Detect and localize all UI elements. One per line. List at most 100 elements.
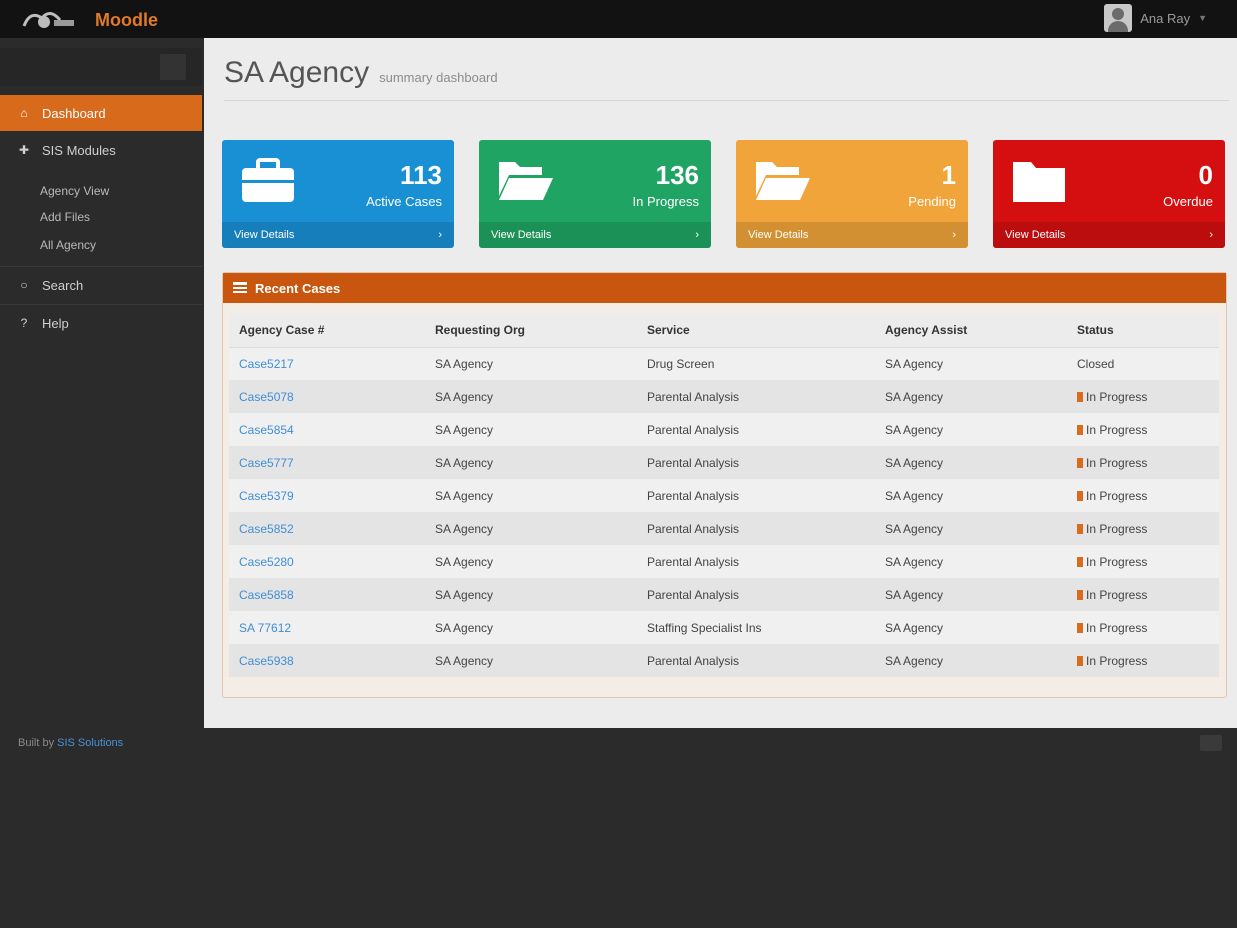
footer-prefix: Built by bbox=[18, 737, 55, 749]
stat-number: 0 bbox=[1198, 160, 1213, 190]
divider bbox=[224, 100, 1229, 101]
table-row[interactable]: SA 77612 SA Agency Staffing Specialist I… bbox=[229, 611, 1219, 644]
scroll-top-button[interactable] bbox=[1200, 735, 1222, 751]
arrow-right-icon: › bbox=[1209, 229, 1213, 241]
status-cell: In Progress bbox=[1067, 479, 1219, 512]
stat-card-in-progress[interactable]: 136 In Progress View Details › bbox=[479, 140, 711, 248]
status-cell: Closed bbox=[1067, 347, 1219, 380]
stat-number: 1 bbox=[941, 160, 956, 190]
sidebar-item-dashboard[interactable]: ⌂ Dashboard bbox=[0, 95, 202, 131]
case-link[interactable]: Case5777 bbox=[229, 446, 425, 479]
avatar[interactable] bbox=[1104, 4, 1133, 32]
cases-table: Agency Case # Requesting Org Service Age… bbox=[229, 313, 1219, 677]
card-footer-text: View Details bbox=[748, 229, 809, 241]
table-row[interactable]: Case5938 SA Agency Parental Analysis SA … bbox=[229, 644, 1219, 677]
list-icon bbox=[233, 282, 247, 293]
status-flag-icon bbox=[1077, 590, 1083, 601]
case-link[interactable]: Case5852 bbox=[229, 512, 425, 545]
status-cell: In Progress bbox=[1067, 578, 1219, 611]
page-title: SA Agency summary dashboard bbox=[224, 56, 498, 90]
sidebar-item-label: Dashboard bbox=[42, 105, 106, 121]
stat-card-pending[interactable]: 1 Pending View Details › bbox=[736, 140, 968, 248]
table-row[interactable]: Case5280 SA Agency Parental Analysis SA … bbox=[229, 545, 1219, 578]
table-cell: SA Agency bbox=[875, 446, 1067, 479]
stat-number: 113 bbox=[400, 160, 442, 190]
sidebar-subitem-agency-view[interactable]: Agency View bbox=[40, 184, 109, 198]
stat-card-active[interactable]: 113 Active Cases View Details › bbox=[222, 140, 454, 248]
column-header[interactable]: Requesting Org bbox=[425, 313, 637, 348]
table-row[interactable]: Case5858 SA Agency Parental Analysis SA … bbox=[229, 578, 1219, 611]
table-cell: SA Agency bbox=[425, 446, 637, 479]
card-footer-link[interactable]: View Details › bbox=[479, 222, 711, 248]
sidebar-item-label: Help bbox=[42, 315, 69, 331]
case-link[interactable]: Case5858 bbox=[229, 578, 425, 611]
table-row[interactable]: Case5852 SA Agency Parental Analysis SA … bbox=[229, 512, 1219, 545]
sidebar-item-sis-modules[interactable]: ✚ SIS Modules bbox=[0, 132, 202, 168]
sidebar-item-search[interactable]: ○ Search bbox=[0, 267, 202, 303]
open-folder-icon bbox=[756, 162, 810, 200]
column-header[interactable]: Status bbox=[1067, 313, 1219, 348]
chevron-down-icon[interactable]: ▼ bbox=[1198, 13, 1207, 23]
sidebar-toggle-button[interactable] bbox=[160, 54, 186, 80]
table-row[interactable]: Case5854 SA Agency Parental Analysis SA … bbox=[229, 413, 1219, 446]
sidebar: ⌂ Dashboard ✚ SIS Modules Agency View Ad… bbox=[0, 38, 202, 928]
status-cell: In Progress bbox=[1067, 545, 1219, 578]
stat-card-overdue[interactable]: 0 Overdue View Details › bbox=[993, 140, 1225, 248]
table-cell: SA Agency bbox=[875, 347, 1067, 380]
logo-icon[interactable] bbox=[20, 6, 78, 32]
arrow-right-icon: › bbox=[695, 229, 699, 241]
status-flag-icon bbox=[1077, 425, 1083, 436]
table-cell: Parental Analysis bbox=[637, 446, 875, 479]
footer-link[interactable]: SIS Solutions bbox=[57, 737, 123, 749]
table-cell: Parental Analysis bbox=[637, 578, 875, 611]
case-link[interactable]: Case5938 bbox=[229, 644, 425, 677]
sidebar-subitem-add-files[interactable]: Add Files bbox=[40, 210, 90, 224]
table-cell: Parental Analysis bbox=[637, 644, 875, 677]
help-icon: ? bbox=[20, 316, 28, 330]
case-link[interactable]: Case5854 bbox=[229, 413, 425, 446]
status-text: In Progress bbox=[1086, 587, 1148, 602]
table-cell: Parental Analysis bbox=[637, 479, 875, 512]
table-cell: SA Agency bbox=[425, 644, 637, 677]
card-footer-link[interactable]: View Details › bbox=[736, 222, 968, 248]
card-footer-link[interactable]: View Details › bbox=[993, 222, 1225, 248]
status-cell: In Progress bbox=[1067, 446, 1219, 479]
sidebar-subitem-all-agency[interactable]: All Agency bbox=[40, 238, 96, 252]
sidebar-item-help[interactable]: ? Help bbox=[0, 305, 202, 341]
status-cell: In Progress bbox=[1067, 380, 1219, 413]
table-cell: SA Agency bbox=[875, 413, 1067, 446]
user-name[interactable]: Ana Ray bbox=[1140, 11, 1190, 26]
folder-icon bbox=[1013, 162, 1065, 202]
arrow-right-icon: › bbox=[952, 229, 956, 241]
table-row[interactable]: Case5379 SA Agency Parental Analysis SA … bbox=[229, 479, 1219, 512]
open-folder-icon bbox=[499, 162, 553, 200]
table-cell: SA Agency bbox=[425, 512, 637, 545]
case-link[interactable]: SA 77612 bbox=[229, 611, 425, 644]
table-cell: Parental Analysis bbox=[637, 512, 875, 545]
column-header[interactable]: Agency Assist bbox=[875, 313, 1067, 348]
case-link[interactable]: Case5280 bbox=[229, 545, 425, 578]
briefcase-icon bbox=[242, 158, 294, 202]
case-link[interactable]: Case5379 bbox=[229, 479, 425, 512]
sidebar-item-label: Search bbox=[42, 277, 84, 293]
stat-number: 136 bbox=[655, 160, 699, 190]
case-link[interactable]: Case5078 bbox=[229, 380, 425, 413]
column-header[interactable]: Service bbox=[637, 313, 875, 348]
search-icon: ○ bbox=[20, 278, 28, 292]
case-link[interactable]: Case5217 bbox=[229, 347, 425, 380]
table-row[interactable]: Case5217 SA Agency Drug Screen SA Agency… bbox=[229, 347, 1219, 380]
status-cell: In Progress bbox=[1067, 512, 1219, 545]
table-row[interactable]: Case5777 SA Agency Parental Analysis SA … bbox=[229, 446, 1219, 479]
status-text: In Progress bbox=[1086, 521, 1148, 536]
table-cell: Staffing Specialist Ins bbox=[637, 611, 875, 644]
status-text: In Progress bbox=[1086, 422, 1148, 437]
column-header[interactable]: Agency Case # bbox=[229, 313, 425, 348]
stat-label: Overdue bbox=[1163, 194, 1213, 209]
status-text: In Progress bbox=[1086, 389, 1148, 404]
card-footer-link[interactable]: View Details › bbox=[222, 222, 454, 248]
status-text: In Progress bbox=[1086, 554, 1148, 569]
user-menu[interactable]: Ana Ray ▼ bbox=[1104, 3, 1207, 33]
brand-name[interactable]: Moodle bbox=[95, 10, 158, 31]
table-row[interactable]: Case5078 SA Agency Parental Analysis SA … bbox=[229, 380, 1219, 413]
sidebar-item-label: SIS Modules bbox=[42, 142, 116, 158]
